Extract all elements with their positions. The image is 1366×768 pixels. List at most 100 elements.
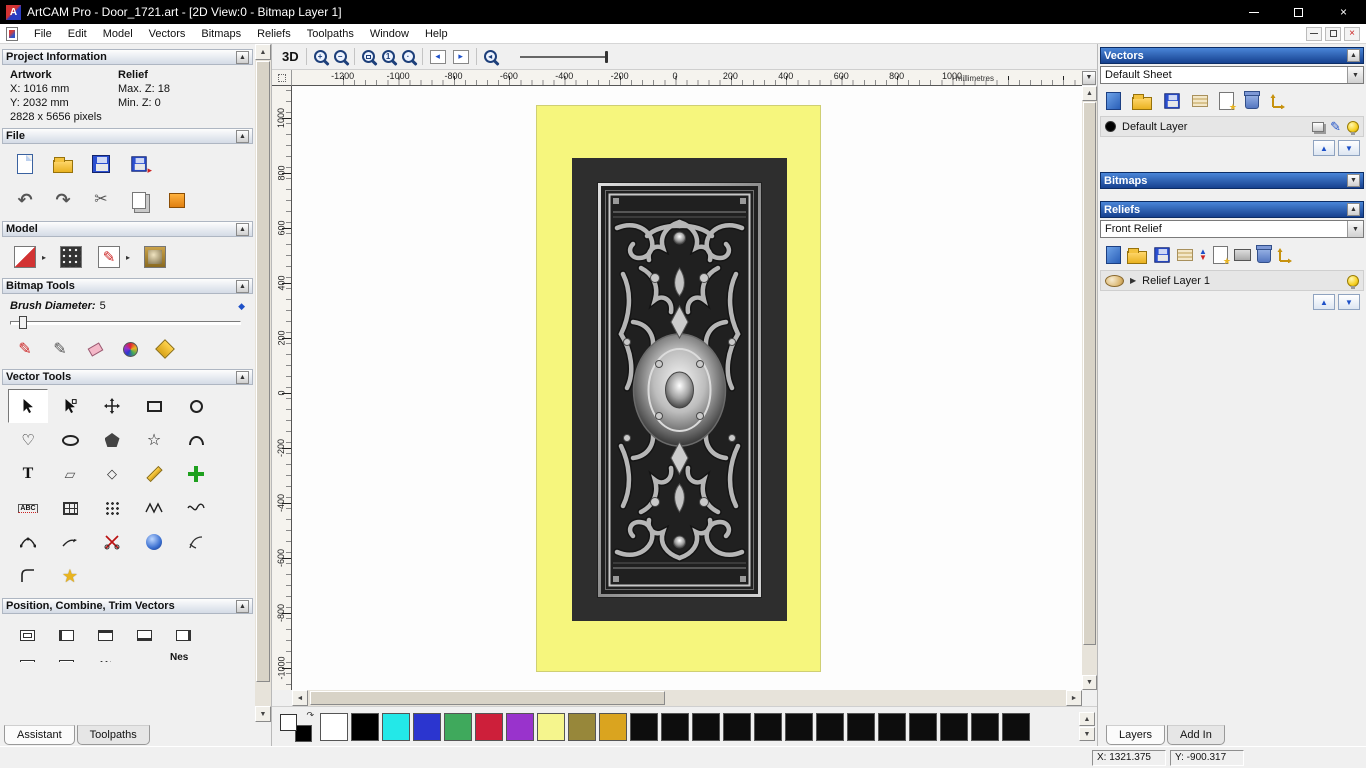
move-layer-down-button[interactable]: ▼ (1338, 140, 1360, 156)
vertical-scrollbar[interactable]: ▲ ▼ (1082, 86, 1097, 690)
tab-toolpaths[interactable]: Toolpaths (77, 725, 150, 745)
new-relief-layer-icon[interactable] (1213, 246, 1228, 264)
zoom-objects-button[interactable]: · (402, 50, 415, 63)
menu-item[interactable]: Window (362, 26, 417, 42)
vector-layer-row[interactable]: Default Layer ✎ (1100, 116, 1364, 137)
layer-visibility-icon[interactable] (1347, 275, 1359, 287)
canvas-viewport[interactable] (292, 86, 1082, 690)
tab-add-in[interactable]: Add In (1167, 725, 1225, 745)
copy-icon[interactable] (126, 187, 152, 213)
colour-palette-icon[interactable] (117, 336, 143, 362)
delete-vector-layer-icon[interactable] (1245, 93, 1259, 109)
layer-name[interactable]: Relief Layer 1 (1142, 275, 1210, 287)
palette-swatch[interactable] (909, 713, 937, 741)
palette-swatch[interactable] (599, 713, 627, 741)
tab-layers[interactable]: Layers (1106, 725, 1165, 745)
ruler-options-button[interactable]: ▼ (1082, 71, 1096, 85)
scroll-down-button[interactable]: ▼ (1082, 675, 1097, 690)
menu-item[interactable]: Reliefs (249, 26, 299, 42)
palette-swatch[interactable] (1002, 713, 1030, 741)
palette-swatch[interactable] (754, 713, 782, 741)
collapse-button[interactable]: ▲ (236, 371, 249, 384)
palette-scroll-down-button[interactable]: ▼ (1079, 727, 1095, 741)
import-relief-icon[interactable] (1106, 246, 1121, 264)
collapse-button[interactable]: ▲ (236, 130, 249, 143)
minimize-button[interactable] (1231, 0, 1276, 24)
align-top-icon[interactable] (92, 622, 118, 648)
block-paste-tool[interactable] (176, 457, 216, 491)
paste-along-curve-tool[interactable] (92, 491, 132, 525)
collapse-button[interactable]: ▲ (236, 51, 249, 64)
create-polyline-tool[interactable]: ♡ (8, 423, 48, 457)
mdi-restore-button[interactable] (1325, 27, 1341, 41)
sheets-icon[interactable] (1192, 95, 1208, 107)
fade-slider-handle[interactable] (605, 51, 608, 63)
mdi-close-button[interactable]: × (1344, 27, 1360, 41)
scrollbar-thumb[interactable] (1083, 102, 1096, 645)
smooth-relief-icon[interactable]: ✎ (96, 244, 122, 270)
palette-swatch[interactable] (537, 713, 565, 741)
eraser-icon[interactable] (82, 336, 108, 362)
greyscale-preview-icon[interactable] (142, 244, 168, 270)
relief-combobox[interactable]: Front Relief ▼ (1100, 220, 1364, 238)
scroll-right-button[interactable]: ► (1066, 690, 1082, 706)
collapse-button[interactable]: ▲ (1347, 203, 1360, 216)
swap-colours-icon[interactable]: ↷ (306, 710, 314, 721)
draw-pencil-icon[interactable]: ✎ (47, 336, 73, 362)
palette-swatch[interactable] (940, 713, 968, 741)
measure-tool[interactable] (134, 457, 174, 491)
palette-swatch[interactable] (692, 713, 720, 741)
cut-icon[interactable]: ✂ (88, 187, 114, 213)
scroll-left-button[interactable]: ◄ (292, 690, 308, 706)
zoom-in-button[interactable]: + (314, 50, 327, 63)
expand-button[interactable]: ▼ (1347, 174, 1360, 187)
save-vectors-icon[interactable] (1164, 93, 1179, 108)
palette-swatch[interactable] (568, 713, 596, 741)
wrap-vectors-tool[interactable]: ▱ (50, 457, 90, 491)
menu-item[interactable]: Toolpaths (299, 26, 362, 42)
palette-swatch[interactable] (785, 713, 813, 741)
align-bottom-icon[interactable] (131, 622, 157, 648)
arc-fit-tool[interactable] (8, 525, 48, 559)
transform-vectors-tool[interactable] (92, 389, 132, 423)
layer-name[interactable]: Default Layer (1122, 121, 1187, 133)
curve-fit-tool[interactable] (176, 491, 216, 525)
palette-swatch[interactable] (475, 713, 503, 741)
collapse-button[interactable]: ▲ (236, 600, 249, 613)
expand-arrow-icon[interactable]: ▶ (1130, 276, 1136, 285)
dropdown-arrow-icon[interactable]: ▼ (1347, 221, 1363, 237)
group-vectors-icon[interactable] (14, 652, 40, 662)
palette-swatch[interactable] (351, 713, 379, 741)
palette-swatch[interactable] (506, 713, 534, 741)
new-model-icon[interactable] (12, 151, 38, 177)
menu-item[interactable]: Edit (60, 26, 95, 42)
dropdown-arrow-icon[interactable]: ▼ (1347, 67, 1363, 83)
save-model-icon[interactable] (88, 151, 114, 177)
mdi-minimize-button[interactable] (1306, 27, 1322, 41)
palette-swatch[interactable] (878, 713, 906, 741)
menu-item[interactable]: Vectors (141, 26, 194, 42)
menu-item[interactable]: Bitmaps (193, 26, 249, 42)
create-polygon-tool[interactable] (92, 423, 132, 457)
weld-vectors-icon[interactable] (53, 652, 79, 662)
merge-layer-icon[interactable] (1312, 122, 1324, 132)
text-on-curve-tool[interactable]: ABC (8, 491, 48, 525)
two-rail-sweep-tool[interactable] (176, 525, 216, 559)
create-star-tool[interactable]: ☆ (134, 423, 174, 457)
palette-swatch[interactable] (661, 713, 689, 741)
export-model-icon[interactable]: ▸ (126, 151, 152, 177)
brush-diameter-slider[interactable] (10, 315, 241, 330)
scrollbar-thumb[interactable] (310, 691, 665, 705)
create-ellipse-tool[interactable] (50, 423, 90, 457)
trim-vectors-tool[interactable] (92, 525, 132, 559)
open-model-icon[interactable] (50, 151, 76, 177)
offset-vectors-tool[interactable]: ◇ (92, 457, 132, 491)
palette-swatch[interactable] (413, 713, 441, 741)
create-arc-tool[interactable] (176, 423, 216, 457)
assistant-scrollbar[interactable]: ▲ ▼ (255, 44, 271, 722)
collapse-button[interactable]: ▲ (236, 280, 249, 293)
scroll-up-button[interactable]: ▲ (255, 44, 271, 60)
edit-layer-icon[interactable]: ✎ (1330, 119, 1341, 135)
center-in-page-icon[interactable] (14, 622, 40, 648)
secondary-colour-swatch[interactable] (295, 725, 312, 742)
